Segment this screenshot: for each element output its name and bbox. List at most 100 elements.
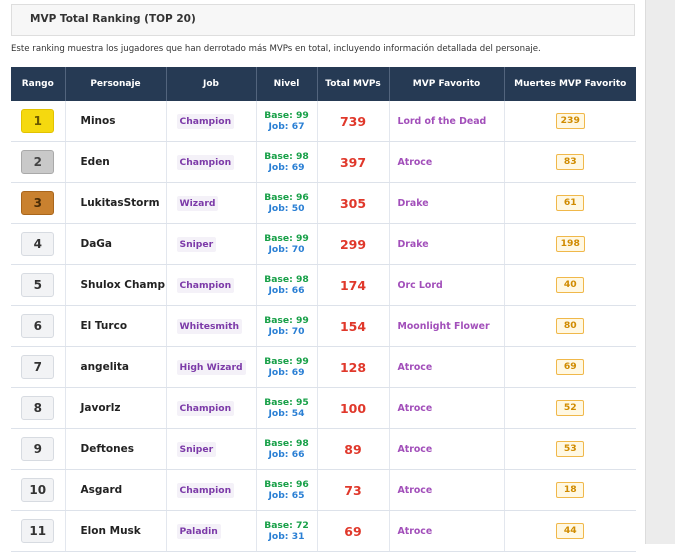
job-level-prefix: Job: [268,449,292,460]
favorite-mvp-cell: Lord of the Dead [389,101,505,142]
job-level-line: Job: 54 [257,408,317,419]
favorite-mvp-deaths-cell: 52 [504,387,636,429]
job-level-prefix: Job: [268,531,292,542]
favorite-mvp-deaths-cell: 198 [504,223,636,265]
character-name-cell[interactable]: DaGa [65,223,167,265]
favorite-mvp-name: Atroce [397,443,433,455]
job-level-line: Job: 65 [257,490,317,501]
character-name-cell[interactable]: Minos [65,101,167,142]
favorite-mvp-name: Atroce [397,361,433,373]
base-level-value: 96 [295,192,309,203]
character-name[interactable]: Javorlz [81,402,121,414]
character-name-cell[interactable]: Eden [65,141,167,183]
table-row: 10 Asgard Champion Base: 96 Job: 65 73 Atroce 1… [11,469,636,511]
rank-cell: 9 [11,428,66,470]
base-level-value: 72 [295,520,309,531]
favorite-mvp-deaths-cell: 40 [504,264,636,306]
job-level-line: Job: 69 [257,162,317,173]
base-level-value: 99 [295,315,309,326]
character-name-cell[interactable]: angelita [65,346,167,388]
rank-badge: 4 [21,232,55,256]
base-level-value: 99 [295,233,309,244]
job-level-line: Job: 66 [257,449,317,460]
favorite-mvp-name: Atroce [397,402,433,414]
base-level-value: 98 [295,438,309,449]
table-row: 1 Minos Champion Base: 99 Job: 67 739 Lord of … [11,101,636,142]
job-label: Whitesmith [176,318,243,334]
character-name-cell[interactable]: LukitasStorm [65,182,167,224]
level-cell: Base: 96 Job: 65 [256,469,318,511]
level-cell: Base: 99 Job: 69 [256,346,318,388]
job-label: Sniper [176,441,217,457]
job-label: Champion [176,277,235,293]
deaths-badge: 83 [556,154,585,170]
character-name[interactable]: Deftones [81,443,134,455]
job-level-prefix: Job: [268,326,292,337]
deaths-badge: 80 [556,318,585,334]
job-label: Paladin [176,523,221,539]
favorite-mvp-deaths-cell: 80 [504,305,636,347]
total-mvps-value: 299 [339,236,367,252]
favorite-mvp-cell: Atroce [389,428,505,470]
character-name-cell[interactable]: Deftones [65,428,167,470]
character-name[interactable]: LukitasStorm [81,197,160,209]
rank-cell: 2 [11,141,66,183]
rank-cell: 8 [11,387,66,429]
header-job: Job [166,67,257,101]
job-level-line: Job: 69 [257,367,317,378]
favorite-mvp-name: Atroce [397,525,433,537]
job-level-value: 54 [291,408,305,419]
job-cell: Champion [166,264,257,306]
character-name[interactable]: DaGa [81,238,113,250]
job-level-value: 69 [291,162,305,173]
favorite-mvp-name: Drake [397,238,429,250]
favorite-mvp-cell: Atroce [389,510,505,552]
base-level-line: Base: 99 [257,356,317,367]
total-mvps-value: 128 [339,359,367,375]
character-name[interactable]: Eden [81,156,110,168]
level-cell: Base: 98 Job: 66 [256,428,318,470]
character-name-cell[interactable]: Asgard [65,469,167,511]
job-level-line: Job: 31 [257,531,317,542]
base-level-prefix: Base: [264,233,296,244]
base-level-line: Base: 98 [257,438,317,449]
character-name[interactable]: Shulox Champ [81,279,165,291]
level-cell: Base: 72 Job: 31 [256,510,318,552]
table-row: 9 Deftones Sniper Base: 98 Job: 66 89 Atroce 53 [11,428,636,470]
job-cell: Wizard [166,182,257,224]
rank-cell: 10 [11,469,66,511]
job-level-line: Job: 70 [257,244,317,255]
deaths-badge: 53 [556,441,585,457]
total-mvps-cell: 128 [317,346,390,388]
job-level-value: 66 [291,449,305,460]
character-name[interactable]: Minos [81,115,116,127]
character-name-cell[interactable]: Shulox Champ [65,264,167,306]
character-name[interactable]: angelita [81,361,130,373]
character-name[interactable]: Elon Musk [81,525,141,537]
total-mvps-cell: 299 [317,223,390,265]
favorite-mvp-deaths-cell: 44 [504,510,636,552]
character-name-cell[interactable]: El Turco [65,305,167,347]
job-level-line: Job: 50 [257,203,317,214]
header-character: Personaje [65,67,167,101]
character-name-cell[interactable]: Elon Musk [65,510,167,552]
favorite-mvp-name: Atroce [397,484,433,496]
base-level-value: 99 [295,356,309,367]
character-name[interactable]: Asgard [81,484,123,496]
job-level-prefix: Job: [268,367,292,378]
job-level-line: Job: 70 [257,326,317,337]
header-total-mvps: Total MVPs [317,67,390,101]
deaths-badge: 198 [555,236,585,252]
base-level-prefix: Base: [264,397,296,408]
deaths-badge: 61 [556,195,585,211]
character-name-cell[interactable]: Javorlz [65,387,167,429]
total-mvps-cell: 739 [317,101,390,142]
total-mvps-value: 73 [344,482,362,498]
job-cell: Champion [166,141,257,183]
level-cell: Base: 98 Job: 66 [256,264,318,306]
total-mvps-cell: 174 [317,264,390,306]
favorite-mvp-name: Drake [397,197,429,209]
character-name[interactable]: El Turco [81,320,128,332]
ranking-title-box: MVP Total Ranking (TOP 20) [11,4,635,36]
rank-cell: 6 [11,305,66,347]
